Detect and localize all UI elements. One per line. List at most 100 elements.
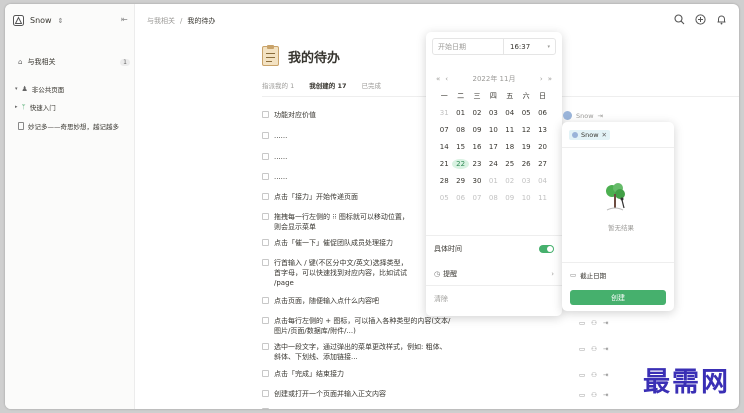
calendar-day[interactable]: 08 [485, 193, 501, 203]
relay-icon[interactable]: ⇥ [603, 319, 608, 327]
calendar-day[interactable]: 09 [502, 193, 518, 203]
task-text[interactable]: ...... [274, 172, 287, 182]
task-checkbox[interactable] [262, 132, 269, 139]
calendar-day[interactable]: 01 [452, 108, 468, 118]
calendar-day[interactable]: 08 [452, 125, 468, 135]
calendar-day[interactable]: 09 [469, 125, 485, 135]
task-checkbox[interactable] [262, 370, 269, 377]
calendar-day[interactable]: 04 [534, 176, 550, 186]
task-text[interactable]: 选中一段文字，通过弹出的菜单更改样式，例如: 粗体、 斜体、下划线、添加链接... [274, 342, 447, 362]
calendar-day[interactable]: 03 [518, 176, 534, 186]
prev-year-icon[interactable]: « [436, 75, 440, 83]
task-text[interactable]: 点击页面，随便输入点什么内容吧 [274, 296, 379, 306]
specific-time-toggle[interactable] [539, 245, 554, 253]
calendar-day[interactable]: 18 [502, 142, 518, 152]
collapse-sidebar-icon[interactable]: ⇤ [121, 15, 128, 24]
task-text[interactable]: 功能对应价值 [274, 110, 316, 120]
calendar-day[interactable]: 07 [469, 193, 485, 203]
task-text[interactable]: ...... [274, 131, 287, 141]
calendar-day[interactable]: 23 [469, 159, 485, 169]
task-text[interactable]: 行首输入 / 键(不区分中文/英文)选择类型， 首字母，可以快速找到对应内容，比如… [274, 258, 408, 288]
calendar-day[interactable]: 05 [436, 193, 452, 203]
assignee-icon[interactable]: ⚇ [591, 319, 597, 327]
relay-icon[interactable]: ⇥ [603, 391, 608, 399]
task-checkbox[interactable] [262, 390, 269, 397]
relay-icon[interactable]: ⇥ [603, 371, 608, 379]
task-checkbox[interactable] [262, 239, 269, 246]
calendar-day[interactable]: 16 [469, 142, 485, 152]
task-text[interactable]: 拖拽每一行左侧的 ⁝⁝ 图标就可以移动位置， 则会显示菜单 [274, 212, 409, 232]
assignee-icon[interactable]: ⚇ [591, 371, 597, 379]
calendar-day[interactable]: 11 [502, 125, 518, 135]
calendar-day[interactable]: 26 [518, 159, 534, 169]
calendar-day[interactable]: 14 [436, 142, 452, 152]
deadline-row[interactable]: ▭ 截止日期 [570, 270, 606, 280]
tab-completed[interactable]: 已完成 [362, 80, 382, 90]
calendar-day[interactable]: 17 [485, 142, 501, 152]
breadcrumb-item-current[interactable]: 我的待办 [187, 16, 215, 26]
calendar-day[interactable]: 05 [518, 108, 534, 118]
bell-icon[interactable] [716, 14, 727, 25]
task-checkbox[interactable] [262, 193, 269, 200]
calendar-day[interactable]: 11 [534, 193, 550, 203]
calendar-icon[interactable]: ▭ [579, 345, 585, 353]
calendar-day[interactable]: 24 [485, 159, 501, 169]
calendar-day[interactable]: 15 [452, 142, 468, 152]
relay-icon[interactable]: ⇥ [598, 112, 603, 120]
assignee-icon[interactable]: ⚇ [591, 345, 597, 353]
calendar-day[interactable]: 10 [518, 193, 534, 203]
section-private-pages[interactable]: ▾ ♟ 非公共页面 [15, 84, 64, 94]
calendar-day[interactable]: 21 [436, 159, 452, 169]
task-text[interactable]: 点击「催一下」催促团队成员处理接力 [274, 238, 393, 248]
calendar-day[interactable]: 04 [502, 108, 518, 118]
calendar-day[interactable]: 30 [469, 176, 485, 186]
next-year-icon[interactable]: » [548, 75, 552, 83]
workspace-switcher[interactable]: Snow ⇕ [13, 15, 63, 26]
task-checkbox[interactable] [262, 111, 269, 118]
relay-icon[interactable]: ⇥ [603, 345, 608, 353]
chevron-updown-icon[interactable]: ⇕ [58, 17, 64, 25]
calendar-day[interactable]: 02 [502, 176, 518, 186]
tab-created-by-me[interactable]: 我创建的 17 [309, 80, 346, 90]
task-text[interactable]: 点击「完成」结束接力 [274, 369, 344, 379]
task-checkbox[interactable] [262, 213, 269, 220]
calendar-icon[interactable]: ▭ [579, 391, 585, 399]
calendar-icon[interactable]: ▭ [579, 319, 585, 327]
task-checkbox[interactable] [262, 153, 269, 160]
task-checkbox[interactable] [262, 408, 269, 409]
sidebar-item-miaojiduo[interactable]: 妙记多——奇思妙想，越记越多 [18, 121, 119, 131]
create-button[interactable]: 创建 [570, 290, 666, 305]
task-checkbox[interactable] [262, 259, 269, 266]
clear-button[interactable]: 清除 [434, 294, 448, 304]
calendar-day[interactable]: 13 [534, 125, 550, 135]
assignee-chip[interactable]: Snow ✕ [569, 130, 610, 140]
task-text[interactable]: ...... [274, 152, 287, 162]
calendar-day[interactable]: 03 [485, 108, 501, 118]
sidebar-item-related[interactable]: ⌂ 与我相关 1 [18, 57, 130, 67]
next-month-icon[interactable]: › [540, 75, 543, 83]
assignee-row[interactable]: Snow ⇥ [563, 111, 603, 120]
task-checkbox[interactable] [262, 297, 269, 304]
time-input[interactable]: 16:37 ▾ [503, 39, 555, 54]
calendar-day[interactable]: 29 [452, 176, 468, 186]
tab-assigned-to-me[interactable]: 指派我的 1 [262, 80, 294, 90]
calendar-day[interactable]: 27 [534, 159, 550, 169]
add-circle-icon[interactable] [695, 14, 706, 25]
breadcrumb-item-related[interactable]: 与我相关 [147, 16, 175, 26]
calendar-icon[interactable]: ▭ [579, 371, 585, 379]
task-text[interactable]: ...... [274, 407, 287, 409]
calendar-day[interactable]: 25 [502, 159, 518, 169]
sidebar-item-quickstart[interactable]: ▸ ᛘ 快速入门 [15, 102, 56, 112]
task-checkbox[interactable] [262, 317, 269, 324]
calendar-day-selected[interactable]: 22 [452, 159, 469, 169]
search-icon[interactable] [674, 14, 685, 25]
close-icon[interactable]: ✕ [602, 131, 607, 139]
task-text[interactable]: 创建或打开一个页面并输入正文内容 [274, 389, 386, 399]
calendar-day[interactable]: 10 [485, 125, 501, 135]
task-text[interactable]: 点击「接力」开始传递页面 [274, 192, 358, 202]
calendar-day[interactable]: 12 [518, 125, 534, 135]
calendar-day[interactable]: 06 [534, 108, 550, 118]
task-checkbox[interactable] [262, 173, 269, 180]
calendar-day[interactable]: 06 [452, 193, 468, 203]
task-text[interactable]: 点击每行左侧的 + 图标，可以插入各种类型的内容(文本/图片/页面/数据库/附件… [274, 316, 450, 336]
